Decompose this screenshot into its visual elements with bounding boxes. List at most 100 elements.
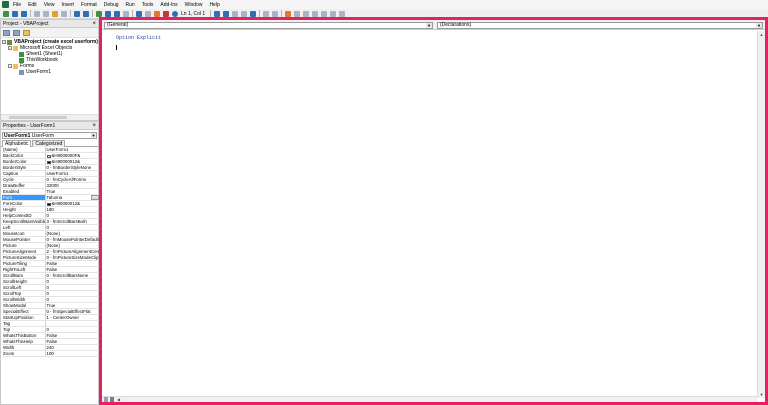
collapse-icon[interactable]: - xyxy=(2,40,6,44)
property-grid: (Name) UserForm1 BackColor &H8000000F& Borde… xyxy=(2,147,100,358)
property-row[interactable]: SpecialEffect 0 - fmSpecialEffectFlat xyxy=(2,308,99,316)
horizontal-scrollbar[interactable] xyxy=(1,114,98,120)
property-row[interactable]: PictureAlignment 2 - fmPictureAlignmentCe… xyxy=(2,248,100,256)
toggle-bookmark-icon[interactable] xyxy=(312,10,319,17)
quick-info-icon[interactable] xyxy=(232,10,239,17)
menu-file[interactable]: File xyxy=(13,2,21,8)
menu-view[interactable]: View xyxy=(44,2,55,8)
properties-window-icon[interactable] xyxy=(145,10,151,17)
property-value: 3 - fmScrollBarsBoth xyxy=(46,219,87,225)
toggle-breakpoint-icon[interactable] xyxy=(285,10,292,17)
property-value: UserForm1 xyxy=(46,171,69,177)
paste-icon[interactable] xyxy=(52,10,58,17)
ellipsis-button[interactable]: … xyxy=(91,195,99,200)
view-excel-icon[interactable] xyxy=(3,10,9,17)
procedure-combo[interactable]: (Declarations) ▼ xyxy=(437,22,763,29)
toolbar-separator xyxy=(132,10,133,17)
list-constants-icon[interactable] xyxy=(223,10,230,17)
color-swatch xyxy=(46,154,51,158)
menu-help[interactable]: Help xyxy=(209,2,219,8)
close-icon[interactable]: × xyxy=(92,21,96,27)
view-object-icon[interactable] xyxy=(13,29,20,36)
menu-format[interactable]: Format xyxy=(81,2,97,8)
copy-icon[interactable] xyxy=(43,10,49,17)
property-row[interactable]: KeepScrollBarsVisible 3 - fmScrollBarsBot… xyxy=(2,218,99,226)
tab-alphabetic[interactable]: Alphabetic xyxy=(2,140,32,147)
redo-icon[interactable] xyxy=(83,10,89,17)
scroll-up-icon[interactable]: ▲ xyxy=(759,32,764,37)
property-value: (None) xyxy=(46,231,60,237)
design-mode-icon[interactable] xyxy=(123,10,129,17)
property-value-cell[interactable]: 0 - fmMousePointerDefault xyxy=(45,236,99,244)
chevron-down-icon[interactable]: ▼ xyxy=(756,23,762,28)
previous-bookmark-icon[interactable] xyxy=(330,10,337,17)
property-value-cell[interactable]: 0 - fmBorderStyleNone xyxy=(45,164,99,172)
menu-window[interactable]: Window xyxy=(185,2,203,8)
object-combo[interactable]: (General) ▼ xyxy=(104,22,433,29)
property-value-cell[interactable]: 100 xyxy=(45,350,99,358)
clear-bookmarks-icon[interactable] xyxy=(339,10,346,17)
scroll-down-icon[interactable]: ▼ xyxy=(759,392,764,397)
collapse-icon[interactable]: - xyxy=(8,64,12,68)
property-row[interactable]: BorderStyle 0 - fmBorderStyleNone xyxy=(2,164,99,172)
property-value-cell[interactable]: 2 - fmPictureAlignmentCenter xyxy=(45,248,100,256)
uncomment-block-icon[interactable] xyxy=(303,10,310,17)
full-module-view-icon[interactable] xyxy=(110,397,114,402)
comment-block-icon[interactable] xyxy=(294,10,301,17)
list-properties-icon[interactable] xyxy=(214,10,221,17)
property-row[interactable]: ScrollBars 0 - fmScrollBarsNone xyxy=(2,272,99,280)
menu-addins[interactable]: Add-Ins xyxy=(160,2,177,8)
property-value-cell[interactable]: 0 - fmPictureSizeModeClip xyxy=(45,254,99,262)
save-icon[interactable] xyxy=(21,10,27,17)
property-row[interactable]: PictureSizeMode 0 - fmPictureSizeModeClip xyxy=(2,254,99,262)
property-value: 2 - fmPictureAlignmentCenter xyxy=(46,249,100,255)
run-icon[interactable] xyxy=(96,10,102,17)
menu-insert[interactable]: Insert xyxy=(61,2,74,8)
property-value: &H80000012& xyxy=(51,201,81,207)
chevron-down-icon[interactable]: ▼ xyxy=(91,133,96,138)
property-value: 0 - fmScrollBarsNone xyxy=(46,273,89,279)
project-explorer-toolbar xyxy=(1,28,98,38)
code-lines: Option Explicit xyxy=(116,35,757,41)
scroll-left-icon[interactable]: ◀ xyxy=(117,397,120,402)
view-code-icon[interactable] xyxy=(3,29,10,36)
help-icon[interactable] xyxy=(172,10,178,17)
insert-module-icon[interactable] xyxy=(12,10,18,17)
object-browser-icon[interactable] xyxy=(154,10,160,17)
property-value-cell[interactable]: 0 - fmSpecialEffectFlat xyxy=(45,308,99,316)
toolbar-separator xyxy=(70,10,71,17)
cut-icon[interactable] xyxy=(34,10,40,17)
scrollbar-thumb[interactable] xyxy=(9,116,67,119)
chevron-down-icon[interactable]: ▼ xyxy=(426,23,432,28)
menu-debug[interactable]: Debug xyxy=(104,2,119,8)
code-editor[interactable]: Option Explicit xyxy=(102,31,757,398)
indent-icon[interactable] xyxy=(263,10,270,17)
property-name[interactable]: Zoom xyxy=(2,350,46,358)
object-selector[interactable]: UserForm1 UserForm ▼ xyxy=(2,132,97,139)
undo-icon[interactable] xyxy=(74,10,80,17)
close-icon[interactable]: × xyxy=(92,123,96,129)
complete-word-icon[interactable] xyxy=(250,10,257,17)
outdent-icon[interactable] xyxy=(272,10,279,17)
find-icon[interactable] xyxy=(61,10,67,17)
property-name[interactable]: KeepScrollBarsVisible xyxy=(2,218,46,226)
menu-edit[interactable]: Edit xyxy=(28,2,37,8)
reset-icon[interactable] xyxy=(114,10,120,17)
vertical-scrollbar[interactable]: ▲ ▼ xyxy=(757,31,765,398)
procedure-view-icon[interactable] xyxy=(104,397,108,402)
property-row[interactable]: MousePointer 0 - fmMousePointerDefault xyxy=(2,236,99,244)
menu-run[interactable]: Run xyxy=(126,2,135,8)
property-row[interactable]: Zoom 100 xyxy=(2,350,99,358)
tree-node[interactable]: UserForm1 xyxy=(2,69,98,75)
excel-icon[interactable] xyxy=(2,1,9,8)
toggle-folders-icon[interactable] xyxy=(23,29,30,36)
tab-categorized[interactable]: Categorized xyxy=(32,140,66,147)
parameter-info-icon[interactable] xyxy=(241,10,248,17)
next-bookmark-icon[interactable] xyxy=(321,10,328,17)
break-icon[interactable] xyxy=(105,10,111,17)
menu-tools[interactable]: Tools xyxy=(142,2,154,8)
tree-node-label: UserForm1 xyxy=(26,69,52,75)
toolbox-icon[interactable] xyxy=(163,10,169,17)
collapse-icon[interactable]: - xyxy=(8,46,12,50)
project-explorer-icon[interactable] xyxy=(136,10,142,17)
